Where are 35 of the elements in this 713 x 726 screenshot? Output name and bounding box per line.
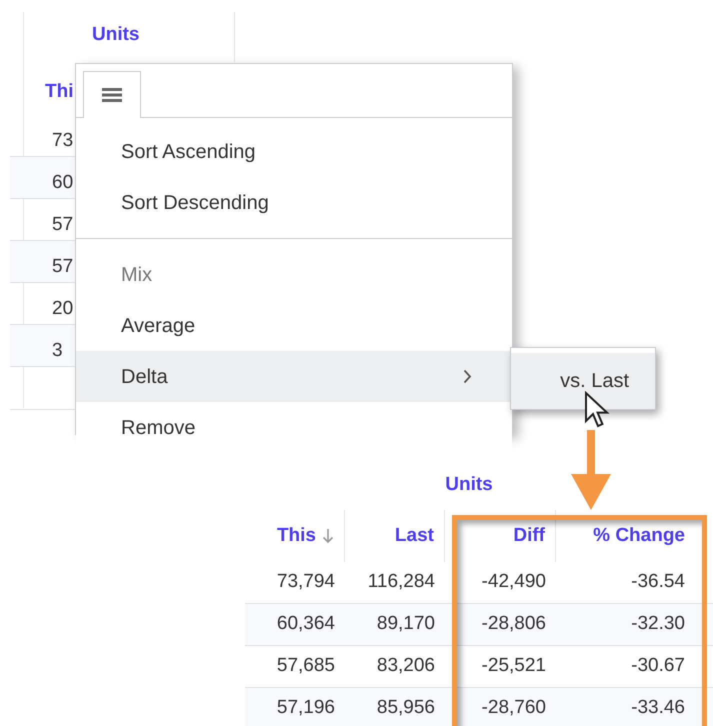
submenu-item[interactable]: vs. Last [511, 353, 655, 409]
table-cell-text: 3 [52, 339, 63, 363]
table-cell-text: 73,794 [276, 570, 336, 594]
table-cell-text: -25,521 [480, 654, 547, 678]
column-group-header: Units [445, 472, 493, 497]
menu-tab[interactable] [83, 71, 141, 118]
table-cell-text: 20 [52, 297, 74, 321]
menu-item[interactable]: Delta [76, 351, 512, 402]
table-cell-text: -32.30 [630, 612, 686, 636]
column-header[interactable]: % Change [556, 510, 695, 562]
table-cell-text: 73 [52, 129, 74, 153]
table-cell-text: 60,364 [276, 612, 336, 636]
table-cell-text: 57 [52, 255, 74, 279]
table-cell-text: -36.54 [630, 570, 686, 594]
menu-icon [102, 88, 122, 102]
arrow-icon [569, 430, 613, 512]
table-cell-text: 85,956 [376, 696, 436, 720]
chevron-right-icon [463, 369, 472, 384]
table-cell-text: -33.46 [630, 696, 686, 720]
table-cell-text: 57,196 [276, 696, 336, 720]
column-group-header: Units [92, 23, 140, 47]
column-header: Thi [45, 80, 74, 104]
table-cell-text: 57,685 [276, 654, 336, 678]
table-cell-text: 60 [52, 171, 74, 195]
menu-item[interactable]: Sort Descending [76, 177, 512, 228]
table-cell-text: 116,284 [366, 570, 436, 594]
table-cell-text: -30.67 [630, 654, 686, 678]
table-cell-text: 83,206 [376, 654, 436, 678]
table-cell-text: -28,806 [480, 612, 547, 636]
menu-item[interactable]: Average [76, 300, 512, 351]
menu-item[interactable]: Sort Ascending [76, 126, 512, 177]
table-cell-text: -28,760 [480, 696, 547, 720]
table-cell-text: 89,170 [376, 612, 436, 636]
table-cell-text: -42,490 [480, 570, 547, 594]
table-cell-text: 57 [52, 213, 74, 237]
